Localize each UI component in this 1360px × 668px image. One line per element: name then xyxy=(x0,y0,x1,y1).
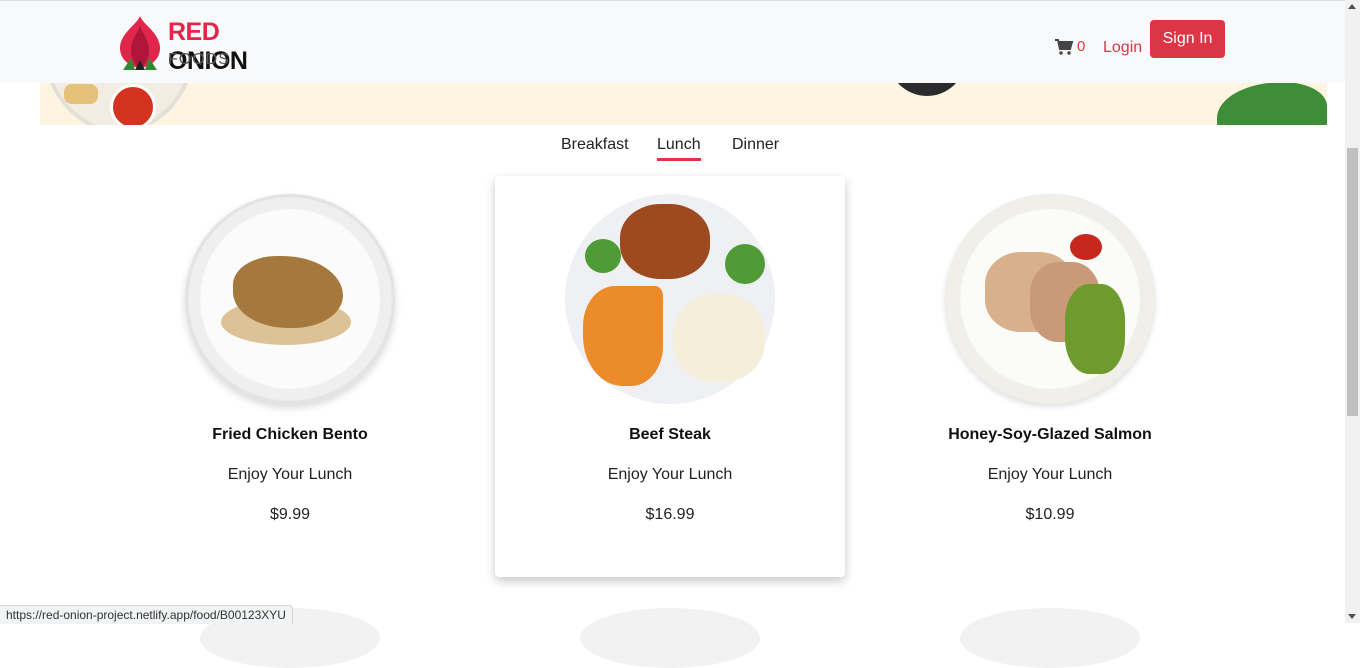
food-price: $16.99 xyxy=(645,506,695,523)
site-header: RED ONION FOODS 0 Login Sign In xyxy=(0,0,1345,83)
hero-sauce-image xyxy=(110,84,156,125)
page-scrollbar[interactable] xyxy=(1345,0,1360,623)
food-image xyxy=(580,608,760,668)
food-image xyxy=(960,608,1140,668)
food-price: $9.99 xyxy=(269,506,311,523)
shopping-cart-icon xyxy=(1055,38,1074,55)
scrollbar-thumb[interactable] xyxy=(1347,148,1358,416)
brand-subtitle: FOODS xyxy=(168,51,230,68)
food-price: $10.99 xyxy=(1025,506,1075,523)
sign-in-button[interactable]: Sign In xyxy=(1150,20,1225,58)
food-description: Enjoy Your Lunch xyxy=(607,466,733,483)
category-tabs: Breakfast Lunch Dinner xyxy=(0,136,1345,161)
login-link[interactable]: Login xyxy=(1103,39,1142,57)
cart-button[interactable]: 0 xyxy=(1055,38,1085,55)
food-image xyxy=(945,194,1155,404)
food-description: Enjoy Your Lunch xyxy=(987,466,1113,483)
onion-logo-icon xyxy=(119,16,161,70)
status-url: https://red-onion-project.netlify.app/fo… xyxy=(0,605,293,624)
brand-logo[interactable]: RED ONION FOODS xyxy=(115,14,290,75)
tab-breakfast[interactable]: Breakfast xyxy=(561,136,629,158)
food-name: Honey-Soy-Glazed Salmon xyxy=(948,426,1152,443)
tab-dinner[interactable]: Dinner xyxy=(732,136,779,158)
hero-leaf-image xyxy=(1217,82,1327,125)
food-name: Beef Steak xyxy=(629,426,711,443)
cart-count: 0 xyxy=(1077,38,1086,55)
food-card[interactable]: Beef Steak Enjoy Your Lunch $16.99 xyxy=(495,176,845,577)
food-card[interactable]: Honey-Soy-Glazed Salmon Enjoy Your Lunch… xyxy=(875,176,1225,577)
scroll-down-icon[interactable] xyxy=(1348,614,1356,619)
tab-lunch[interactable]: Lunch xyxy=(657,136,701,161)
food-image xyxy=(185,194,395,404)
food-name: Fried Chicken Bento xyxy=(212,426,368,443)
hero-taco-image xyxy=(64,84,98,104)
food-card[interactable]: Fried Chicken Bento Enjoy Your Lunch $9.… xyxy=(115,176,465,577)
food-image xyxy=(565,194,775,404)
food-description: Enjoy Your Lunch xyxy=(227,466,353,483)
scroll-up-icon[interactable] xyxy=(1348,4,1356,9)
